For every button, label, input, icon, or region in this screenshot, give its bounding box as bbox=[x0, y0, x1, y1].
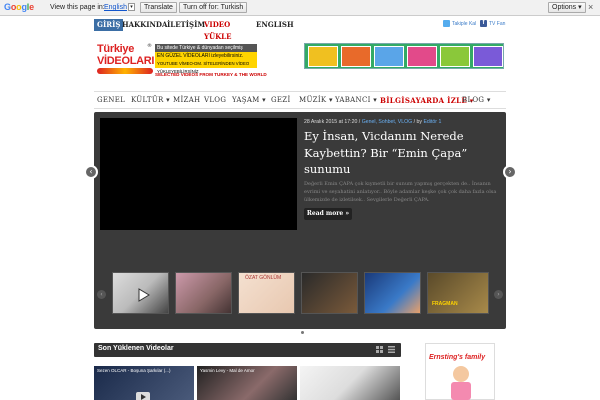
slider-thumbnail[interactable]: ÖZAT GÖNLÜM bbox=[238, 272, 295, 314]
slide-excerpt: Değerli Emin ÇAPA çok kıymetli bir sunum… bbox=[304, 181, 497, 203]
turn-off-button[interactable]: Turn off for: Turkish bbox=[179, 2, 248, 13]
logo-tagline-3: YOUTUBE VİMEO-DM. SİTELERİNDEN VİDEO YÜK… bbox=[155, 60, 257, 74]
main-nav: GENEL KÜLTÜR ▾ MİZAH VLOG YAŞAM ▾ GEZİ M… bbox=[94, 91, 506, 109]
logo-tagline-2: EN GÜZEL VİDEOLARI izleyebilirsiniz. bbox=[155, 52, 257, 60]
section-title: Son Yüklenen Videolar bbox=[98, 345, 174, 352]
slide-categories[interactable]: Genel, Sohbet, VLOG bbox=[362, 119, 412, 125]
ad-banner[interactable] bbox=[304, 43, 504, 69]
featured-video-player[interactable] bbox=[100, 118, 297, 230]
translate-prefix: View this page in: bbox=[50, 4, 105, 11]
ad-tile bbox=[407, 46, 437, 67]
ad-tile bbox=[440, 46, 470, 67]
nav-item-mizah[interactable]: MİZAH bbox=[173, 96, 200, 104]
slider-thumbnail[interactable] bbox=[112, 272, 169, 314]
top-nav-item-giris[interactable]: GİRİŞ bbox=[94, 19, 124, 31]
thumb-strip-next-arrow[interactable]: › bbox=[494, 290, 503, 299]
nav-item-blog[interactable]: BLOG ▾ bbox=[462, 96, 491, 104]
thumb-strip-prev-arrow[interactable]: ‹ bbox=[97, 290, 106, 299]
slider-thumbnail[interactable] bbox=[175, 272, 232, 314]
logo-registered: ® bbox=[147, 43, 152, 49]
slide-author[interactable]: Editör 1 bbox=[423, 119, 441, 125]
thumbnail-caption: FRAGMAN bbox=[432, 301, 458, 307]
pagination-dot[interactable] bbox=[294, 331, 297, 334]
close-icon[interactable]: × bbox=[588, 3, 593, 12]
thumbnail-caption: ÖZAT GÖNLÜM bbox=[245, 275, 282, 281]
slide-title[interactable]: Ey İnsan, Vicdanını Nerede Kaybettin? Bi… bbox=[304, 128, 500, 178]
logo-line2: VİDEOLARI bbox=[97, 55, 155, 67]
twitter-icon[interactable] bbox=[443, 20, 450, 27]
slider-pagination bbox=[294, 319, 308, 338]
video-card[interactable]: Yasmin Levy - Mal de Amor bbox=[197, 366, 297, 400]
nav-item-bilgisayarda-izle[interactable]: BİLGİSAYARDA İZLE ▾ bbox=[380, 96, 474, 105]
ad-tile bbox=[308, 46, 338, 67]
slider-thumbnail[interactable] bbox=[364, 272, 421, 314]
slider-next-arrow[interactable]: › bbox=[503, 165, 517, 179]
play-icon bbox=[136, 392, 150, 400]
nav-item-gezi[interactable]: GEZİ bbox=[271, 96, 291, 104]
nav-item-kultur[interactable]: KÜLTÜR ▾ bbox=[131, 96, 170, 104]
language-select[interactable]: English bbox=[104, 4, 127, 11]
sidebar-ad[interactable]: Ernsting's family bbox=[425, 343, 495, 400]
top-nav-item-english[interactable]: ENGLISH bbox=[256, 19, 294, 31]
slide-by: / by bbox=[413, 119, 422, 125]
play-icon bbox=[138, 288, 150, 302]
grid-view-icon[interactable] bbox=[376, 346, 383, 353]
nav-item-muzik[interactable]: MÜZİK ▾ bbox=[299, 96, 333, 104]
video-card[interactable] bbox=[300, 366, 400, 400]
options-button[interactable]: Options ▾ bbox=[548, 2, 586, 13]
slide-date: 28 Aralık 2015 at 17:20 / bbox=[304, 119, 361, 125]
facebook-icon[interactable]: f bbox=[480, 20, 487, 27]
ad-tile bbox=[374, 46, 404, 67]
google-logo: Google bbox=[4, 2, 34, 12]
top-nav-item-iletisim[interactable]: İLETİŞİM bbox=[167, 19, 205, 31]
pagination-dot[interactable] bbox=[301, 331, 304, 334]
slider-thumbnail[interactable]: FRAGMAN bbox=[427, 272, 489, 314]
logo-line1: Türkiye bbox=[97, 43, 135, 55]
child-image bbox=[451, 366, 471, 400]
twitter-link[interactable]: Takiple Kal bbox=[452, 21, 476, 27]
top-nav-item-video-yukle[interactable]: VIDEO YÜKLE bbox=[204, 19, 231, 41]
nav-item-yabanci[interactable]: YABANCI ▾ bbox=[335, 96, 377, 104]
video-card[interactable]: Sezen OLCAR - Boşuna Şarkılar (...) bbox=[94, 366, 194, 400]
video-card-title: Sezen OLCAR - Boşuna Şarkılar (...) bbox=[97, 368, 171, 373]
slider-thumbnail[interactable] bbox=[301, 272, 358, 314]
translate-button[interactable]: Translate bbox=[140, 2, 177, 13]
nav-item-vlog[interactable]: VLOG bbox=[204, 96, 226, 104]
tv-fan-link[interactable]: TV Fan bbox=[489, 21, 505, 27]
nav-item-yasam[interactable]: YAŞAM ▾ bbox=[232, 96, 266, 104]
sidebar-ad-brand: Ernsting's family bbox=[429, 354, 486, 361]
top-nav-item-hakkinda[interactable]: HAKKINDA bbox=[122, 19, 167, 31]
section-header: Son Yüklenen Videolar bbox=[94, 343, 401, 357]
list-view-icon[interactable] bbox=[388, 346, 395, 353]
logo-tagline-1: Bu sitede Türkiye & dünyadan seçilmiş bbox=[155, 44, 257, 52]
site-logo[interactable]: Türkiye VİDEOLARI ® Bu sitede Türkiye & … bbox=[97, 43, 267, 81]
chevron-down-icon[interactable]: ▾ bbox=[128, 3, 135, 11]
ad-tile bbox=[341, 46, 371, 67]
slider-prev-arrow[interactable]: ‹ bbox=[84, 165, 98, 179]
read-more-button[interactable]: Read more » bbox=[304, 208, 352, 220]
ad-tile bbox=[473, 46, 503, 67]
video-card-title: Yasmin Levy - Mal de Amor bbox=[200, 368, 255, 373]
translate-bar: Google View this page in: English ▾ Tran… bbox=[0, 0, 600, 16]
slide-meta: 28 Aralık 2015 at 17:20 / Genel, Sohbet,… bbox=[304, 119, 441, 125]
logo-tagline-4: SELECTED VIDEOS FROM TURKEY & THE WORLD bbox=[155, 72, 267, 77]
nav-item-genel[interactable]: GENEL bbox=[97, 96, 125, 104]
logo-wave bbox=[97, 68, 153, 74]
